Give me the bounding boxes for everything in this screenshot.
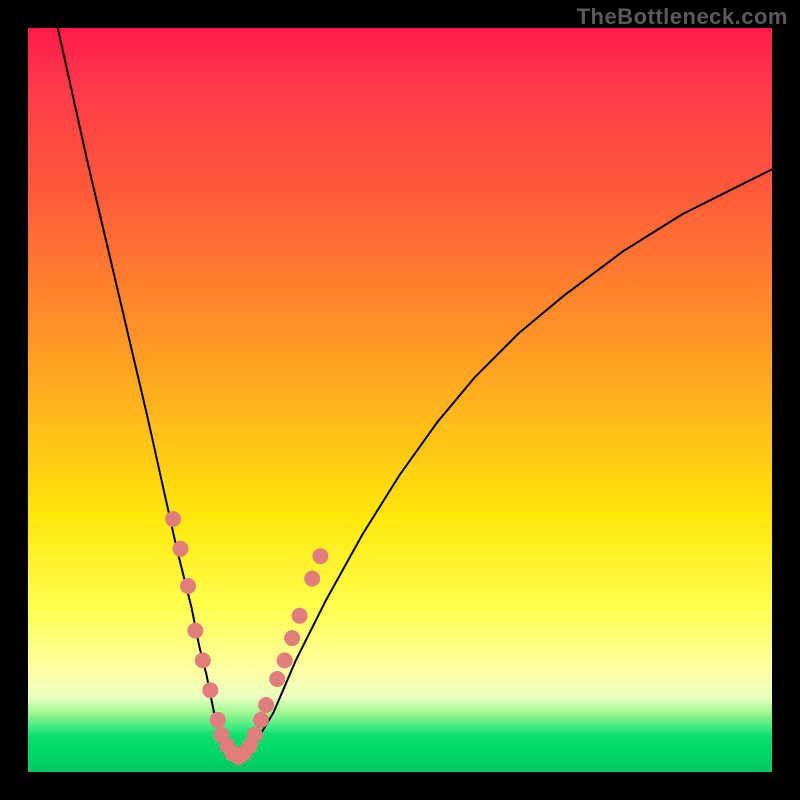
sample-point	[210, 712, 226, 728]
sample-point	[253, 712, 269, 728]
sample-point	[304, 571, 320, 587]
sample-point	[258, 697, 274, 713]
sample-point	[180, 578, 196, 594]
sample-point	[292, 608, 308, 624]
sample-point	[165, 511, 181, 527]
sample-point	[195, 652, 211, 668]
chart-frame: TheBottleneck.com	[0, 0, 800, 800]
sample-point	[213, 727, 229, 743]
sample-point	[173, 541, 189, 557]
sample-point	[269, 671, 285, 687]
watermark-text: TheBottleneck.com	[577, 4, 788, 30]
plot-area	[28, 28, 772, 772]
sample-point	[277, 652, 293, 668]
sample-point	[247, 727, 263, 743]
sample-point	[219, 738, 235, 754]
sample-point	[231, 749, 247, 765]
sample-point	[225, 745, 241, 761]
bottleneck-curve	[28, 28, 772, 772]
sample-point	[284, 630, 300, 646]
sample-point	[312, 548, 328, 564]
sample-point	[187, 623, 203, 639]
sample-point	[202, 682, 218, 698]
sample-point	[236, 745, 252, 761]
sample-points	[28, 28, 772, 772]
sample-point	[242, 738, 258, 754]
